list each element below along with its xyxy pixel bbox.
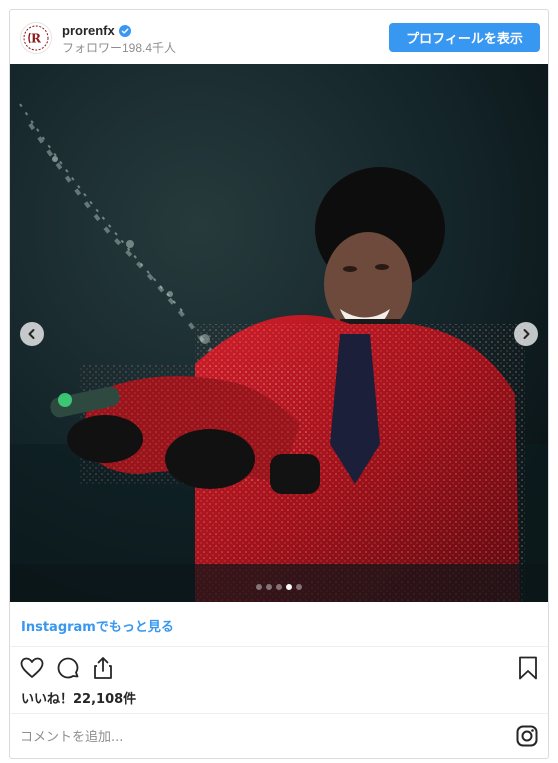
instagram-embed-card: R prorenfx フォロワー198.4千人 プロフィールを表示 Instag… [9, 9, 549, 759]
carousel-dot [266, 584, 272, 590]
action-bar [10, 647, 548, 687]
carousel-next-button[interactable] [514, 322, 538, 346]
heart-icon[interactable] [19, 655, 45, 681]
bookmark-icon[interactable] [515, 655, 541, 681]
chevron-right-icon [523, 329, 530, 339]
carousel-indicator [256, 584, 302, 590]
comment-input[interactable] [20, 726, 500, 748]
carousel-dot [296, 584, 302, 590]
carousel-prev-button[interactable] [20, 322, 44, 346]
instagram-icon[interactable] [516, 725, 538, 747]
comment-icon[interactable] [55, 655, 81, 681]
avatar[interactable]: R [20, 22, 52, 54]
view-more-section: Instagramでもっと見る [10, 602, 548, 647]
chevron-left-icon [28, 329, 35, 339]
svg-text:R: R [31, 32, 42, 46]
follower-count: フォロワー198.4千人 [62, 41, 177, 55]
carousel-dot [286, 584, 292, 590]
post-header: R prorenfx フォロワー198.4千人 プロフィールを表示 [10, 10, 548, 64]
post-media[interactable] [10, 64, 548, 602]
view-more-on-instagram-link[interactable]: Instagramでもっと見る [21, 616, 174, 635]
verified-badge-icon [118, 24, 131, 37]
view-profile-button[interactable]: プロフィールを表示 [389, 23, 540, 52]
carousel-dot [276, 584, 282, 590]
like-count[interactable]: いいね！22,108件 [21, 688, 136, 707]
share-icon[interactable] [90, 655, 116, 681]
username-row: prorenfx [62, 23, 131, 38]
username[interactable]: prorenfx [62, 23, 115, 38]
carousel-dot [256, 584, 262, 590]
prorenfx-logo-icon: R [23, 25, 49, 51]
post-photo [10, 64, 548, 602]
comment-bar [10, 713, 548, 759]
